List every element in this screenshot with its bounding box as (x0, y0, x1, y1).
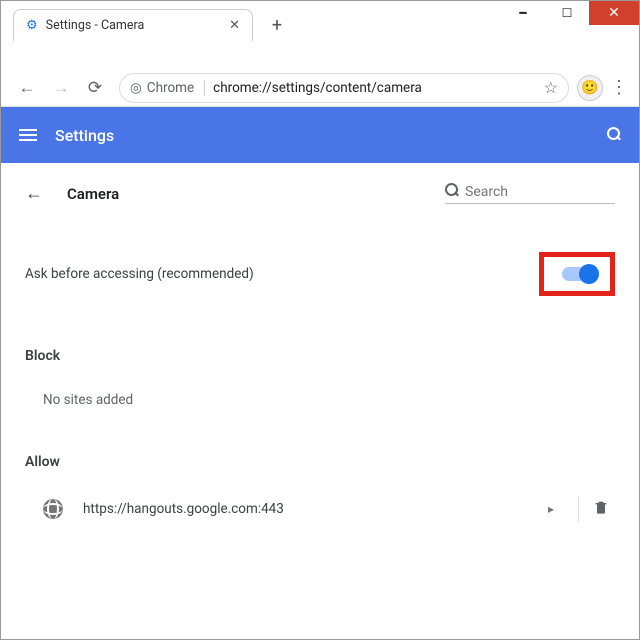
tab-active[interactable]: ⚙ Settings - Camera ✕ (13, 9, 253, 41)
overflow-menu-button[interactable]: ⋮ (605, 77, 633, 98)
page-title: Camera (67, 185, 119, 203)
globe-icon (43, 499, 63, 519)
new-tab-button[interactable]: + (263, 11, 291, 39)
allow-section-label: Allow (25, 454, 615, 470)
trash-icon (593, 498, 609, 516)
allow-site-row: https://hangouts.google.com:443 ▸ (25, 496, 615, 522)
settings-content: ← Camera Ask before accessing (recommend… (1, 163, 639, 542)
tab-title: Settings - Camera (46, 18, 145, 33)
search-icon (445, 183, 459, 201)
forward-button[interactable]: → (45, 72, 77, 104)
reload-button[interactable]: ⟳ (79, 72, 111, 104)
profile-avatar[interactable]: 🙂 (577, 75, 603, 101)
scheme-label: Chrome (147, 80, 194, 96)
allow-site-url: https://hangouts.google.com:443 (83, 501, 284, 517)
chrome-icon: ◎ (130, 80, 142, 96)
toggle-label: Ask before accessing (recommended) (25, 266, 254, 282)
window-maximize-button[interactable]: ☐ (545, 1, 589, 25)
tab-strip: ⚙ Settings - Camera ✕ + (1, 7, 519, 41)
delete-site-button[interactable] (593, 498, 615, 520)
gear-icon: ⚙ (26, 18, 38, 33)
ask-before-accessing-row: Ask before accessing (recommended) (25, 246, 615, 302)
block-empty-text: No sites added (43, 392, 615, 408)
page-back-button[interactable]: ← (25, 183, 47, 204)
page-search-field[interactable] (445, 183, 615, 204)
block-section-label: Block (25, 348, 615, 364)
window-close-button[interactable]: ✕ (589, 1, 639, 25)
tab-close-icon[interactable]: ✕ (221, 18, 240, 33)
hamburger-menu-icon[interactable] (19, 129, 37, 141)
omnibox-url: chrome://settings/content/camera (213, 80, 422, 96)
settings-header: Settings (1, 107, 639, 163)
ask-before-accessing-toggle[interactable] (562, 267, 596, 281)
search-input[interactable] (465, 184, 615, 200)
toggle-knob (579, 264, 599, 284)
annotation-highlight (539, 252, 615, 296)
settings-search-button[interactable] (607, 125, 621, 146)
bookmark-star-icon[interactable]: ☆ (544, 78, 558, 97)
omnibox[interactable]: ◎ Chrome chrome://settings/content/camer… (119, 73, 569, 103)
toolbar: ← → ⟳ ◎ Chrome chrome://settings/content… (1, 69, 639, 107)
site-details-button[interactable]: ▸ (538, 502, 564, 516)
page-header-row: ← Camera (25, 183, 615, 204)
settings-header-title: Settings (55, 126, 114, 145)
scheme-chip: ◎ Chrome (130, 80, 205, 96)
separator (578, 496, 579, 522)
back-button[interactable]: ← (11, 72, 43, 104)
